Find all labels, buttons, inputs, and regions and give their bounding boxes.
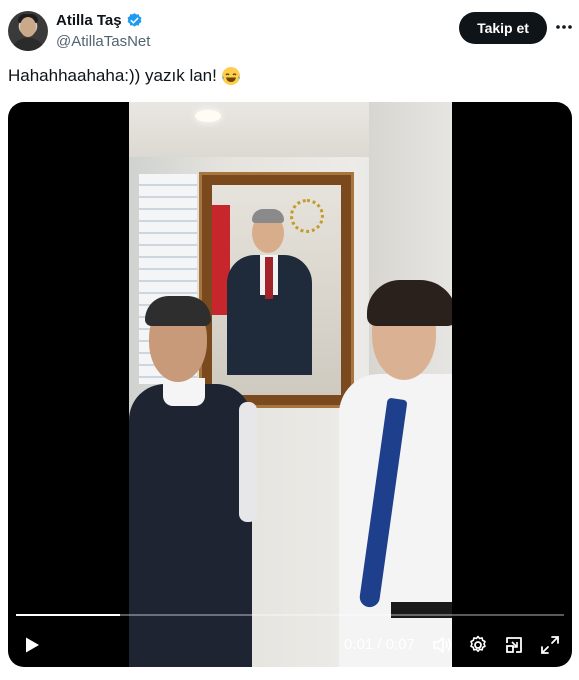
video-ceiling-light: [195, 110, 221, 122]
video-player[interactable]: 0:01 / 0:07: [8, 102, 572, 667]
follow-button[interactable]: Takip et: [459, 12, 547, 44]
settings-button[interactable]: [465, 631, 491, 659]
person-left-collar: [163, 378, 205, 406]
video-progress-bar[interactable]: [16, 614, 564, 616]
volume-button[interactable]: [429, 631, 455, 659]
play-icon: [26, 637, 39, 653]
person-left-arm: [239, 402, 257, 522]
avatar-body: [12, 38, 44, 51]
video-time: 0:01 / 0:07: [344, 636, 415, 653]
fullscreen-icon: [541, 636, 559, 654]
volume-icon: [433, 637, 452, 653]
fullscreen-button[interactable]: [537, 631, 563, 659]
verified-badge-icon: [127, 13, 142, 27]
video-frame[interactable]: [129, 102, 452, 667]
play-button[interactable]: [18, 631, 46, 659]
face-with-tears-of-joy-icon: [221, 67, 240, 85]
author-name[interactable]: Atilla Taş: [56, 12, 122, 29]
video-portrait: [212, 185, 341, 395]
avatar-face: [20, 17, 36, 37]
picture-in-picture-icon: [506, 637, 522, 653]
author-handle[interactable]: @AtillaTasNet: [56, 33, 150, 50]
video-portrait-frame: [199, 172, 354, 408]
more-options-button[interactable]: [553, 15, 575, 39]
portrait-tie: [265, 257, 273, 299]
tweet-text-row: Hahahhaahaha:)) yazık lan!: [8, 66, 241, 86]
tweet-text: Hahahhaahaha:)) yazık lan!: [8, 66, 217, 85]
video-current-time: 0:01: [344, 636, 374, 653]
person-right-hair: [367, 280, 452, 326]
person-left-body: [129, 384, 252, 667]
author-avatar[interactable]: [8, 11, 48, 51]
video-time-separator: /: [377, 636, 382, 653]
video-progress-fill: [16, 614, 121, 616]
author-name-row[interactable]: Atilla Taş: [56, 12, 143, 29]
more-horizontal-icon: [556, 25, 572, 29]
picture-in-picture-button[interactable]: [501, 631, 527, 659]
settings-icon: [470, 635, 486, 653]
video-duration: 0:07: [385, 636, 415, 653]
person-left-hair: [145, 296, 211, 326]
portrait-hair: [252, 209, 284, 223]
portrait-seal: [290, 199, 324, 233]
